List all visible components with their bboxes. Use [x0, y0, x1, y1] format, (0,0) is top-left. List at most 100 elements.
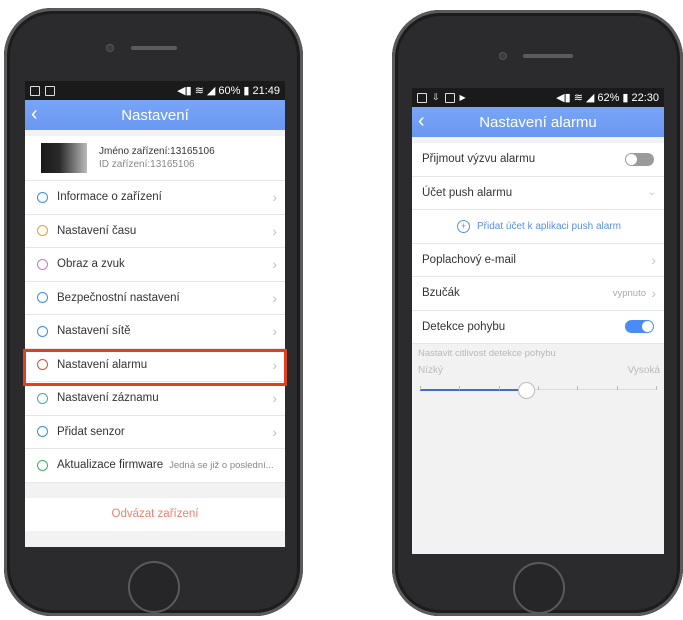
sensitivity-slider-area: Nízký Vysoká: [412, 363, 664, 405]
chevron-right-icon: ›: [272, 390, 277, 407]
alarm-email-row[interactable]: Poplachový e-mail ›: [412, 244, 664, 277]
motion-detection-label: Detekce pohybu: [422, 320, 506, 333]
notification-icon: [417, 92, 427, 103]
status-bar: ◀▮ ≋ ◢ 60% ▮ 21:49: [25, 81, 285, 100]
slider-max-label: Vysoká: [627, 365, 660, 376]
slider-thumb[interactable]: [518, 382, 536, 399]
signal-icon: ◢: [585, 92, 595, 104]
push-account-row[interactable]: Účet push alarmu ⌄: [412, 177, 664, 210]
menu-item[interactable]: Bezpečnostní nastavení ›: [25, 282, 285, 315]
chevron-right-icon: ›: [272, 189, 277, 206]
sensitivity-label: Nastavit citlivost detekce pohybu: [412, 344, 664, 363]
buzzer-value: vypnuto: [612, 287, 646, 299]
notification-icon: [444, 92, 455, 103]
clock: 21:49: [252, 84, 280, 97]
unbind-device-button[interactable]: Odvázat zařízení: [25, 497, 285, 531]
front-camera: [106, 44, 114, 52]
chevron-right-icon: ›: [272, 256, 277, 273]
slider-tick: [577, 386, 579, 390]
download-icon: ⇩: [432, 92, 440, 102]
motion-detection-row: Detekce pohybu: [412, 311, 664, 344]
info-icon: [35, 190, 49, 204]
chevron-down-icon: ⌄: [647, 187, 656, 199]
menu-item-label: Aktualizace firmware: [57, 459, 164, 472]
clock-icon: [35, 224, 49, 238]
menu-item-label: Bezpečnostní nastavení: [57, 291, 180, 304]
menu-item[interactable]: Obraz a zvuk ›: [25, 248, 285, 282]
push-account-label: Účet push alarmu: [422, 186, 513, 199]
slider-tick: [538, 386, 539, 390]
page-title: Nastavení alarmu: [479, 113, 597, 131]
slider-tick: [656, 386, 657, 390]
alarm-settings-screen: ⇩ ▶ ◀▮ ≋ ◢ 62% ▮ 22:30 ‹ Nastavení alarmu…: [412, 88, 664, 554]
earpiece: [131, 46, 177, 50]
battery-percent: 62%: [597, 91, 620, 104]
menu-item[interactable]: Nastavení sítě ›: [25, 315, 285, 349]
battery-icon: ▮: [622, 92, 629, 104]
back-icon[interactable]: ‹: [418, 110, 425, 133]
receive-alarm-toggle[interactable]: [625, 152, 654, 166]
settings-screen: ◀▮ ≋ ◢ 60% ▮ 21:49 ‹ Nastavení Jméno zař…: [25, 81, 285, 547]
battery-icon: ▮: [243, 85, 250, 97]
toggle-knob: [642, 321, 653, 333]
receive-alarm-row: Přijmout výzvu alarmu: [412, 143, 664, 177]
slider-fill: [420, 389, 527, 391]
phone-left: ◀▮ ≋ ◢ 60% ▮ 21:49 ‹ Nastavení Jméno zař…: [4, 8, 303, 616]
wifi-icon: [35, 324, 49, 338]
firmware-icon: [35, 458, 49, 472]
phone-right: ⇩ ▶ ◀▮ ≋ ◢ 62% ▮ 22:30 ‹ Nastavení alarmu…: [392, 10, 683, 616]
menu-item[interactable]: Aktualizace firmware Jedná se již o posle…: [25, 449, 285, 483]
device-name: Jméno zařízení:13165106: [99, 146, 215, 157]
wifi-status-icon: ≋: [573, 92, 583, 104]
chevron-right-icon: ›: [272, 423, 277, 440]
menu-item[interactable]: Nastavení času ›: [25, 215, 285, 248]
chevron-right-icon: ›: [272, 222, 277, 239]
signal-icon: ◢: [206, 85, 216, 97]
sensor-icon: [35, 425, 49, 439]
earpiece: [523, 54, 573, 58]
settings-menu: Informace o zařízení › Nastavení času › Obra…: [25, 181, 285, 483]
sensitivity-slider[interactable]: [420, 382, 657, 399]
front-camera: [499, 52, 507, 60]
menu-item[interactable]: Informace o zařízení ›: [25, 181, 285, 215]
device-card[interactable]: Jméno zařízení:13165106 ID zařízení:1316…: [25, 136, 285, 181]
shield-icon: [35, 291, 49, 305]
vibrate-icon: ◀▮: [556, 92, 571, 104]
toggle-knob: [626, 153, 637, 165]
page-title: Nastavení: [121, 106, 189, 124]
menu-item-label: Informace o zařízení: [57, 191, 162, 204]
image-sound-icon: [35, 257, 49, 271]
alarm-highlight-box: [23, 349, 287, 386]
record-icon: [35, 391, 49, 405]
motion-detection-toggle[interactable]: [625, 320, 654, 334]
menu-item-label: Nastavení záznamu: [57, 392, 159, 405]
chevron-right-icon: ›: [272, 289, 277, 306]
back-icon[interactable]: ‹: [31, 103, 38, 126]
receive-alarm-label: Přijmout výzvu alarmu: [422, 153, 536, 166]
slider-tick: [616, 386, 618, 390]
home-button[interactable]: [513, 562, 565, 614]
buzzer-row[interactable]: Bzučák vypnuto ›: [412, 277, 664, 311]
chevron-right-icon: ›: [651, 285, 656, 302]
wifi-status-icon: ≋: [194, 85, 204, 97]
battery-percent: 60%: [218, 84, 241, 97]
home-button[interactable]: [128, 561, 180, 613]
vibrate-icon: ◀▮: [177, 85, 192, 97]
add-push-account-button[interactable]: + Přidat účet k aplikaci push alarm: [412, 210, 664, 244]
play-icon: ▶: [459, 93, 466, 102]
buzzer-label: Bzučák: [422, 287, 460, 300]
plus-circle-icon: +: [457, 219, 471, 233]
menu-item-label: Nastavení sítě: [57, 325, 131, 338]
slider-tick: [498, 386, 500, 390]
device-id: ID zařízení:13165106: [99, 159, 195, 170]
slider-min-label: Nízký: [418, 365, 443, 376]
chevron-right-icon: ›: [272, 323, 277, 340]
menu-item-value: Jedná se již o poslední...: [169, 459, 274, 471]
menu-item-label: Obraz a zvuk: [57, 258, 125, 271]
slider-tick: [459, 386, 461, 390]
menu-item[interactable]: Nastavení záznamu ›: [25, 382, 285, 416]
menu-item[interactable]: Přidat senzor ›: [25, 416, 285, 449]
slider-tick: [420, 386, 421, 390]
chevron-right-icon: ›: [651, 251, 656, 268]
add-push-label: Přidat účet k aplikaci push alarm: [477, 220, 621, 232]
